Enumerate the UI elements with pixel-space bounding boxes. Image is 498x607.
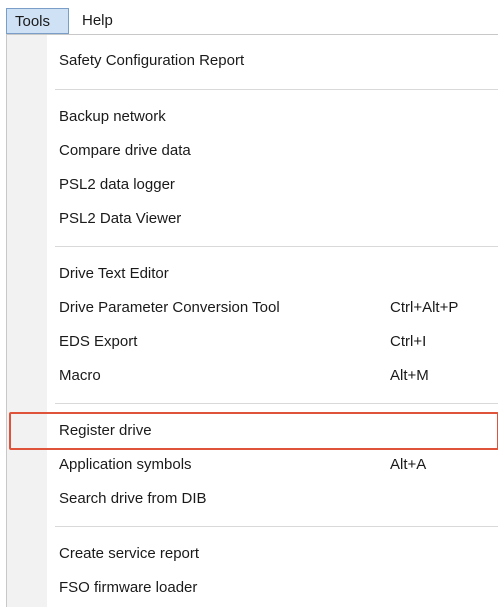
menu-item[interactable]: FSO firmware loader	[7, 571, 498, 605]
menu-item[interactable]: Drive Parameter Conversion Tool Ctrl+Alt+…	[7, 291, 498, 325]
menu-item[interactable]: Drive Text Editor	[7, 257, 498, 291]
tools-dropdown-menu: Safety Configuration Report Backup networ…	[6, 34, 498, 607]
menu-item[interactable]: Backup network	[7, 100, 498, 134]
menu-item-label: Compare drive data	[59, 142, 191, 159]
menu-item[interactable]: EDS Export Ctrl+I	[7, 325, 498, 359]
menu-item-label: Backup network	[59, 108, 166, 125]
menu-tools[interactable]: Tools	[6, 8, 69, 34]
menu-item-label: Drive Text Editor	[59, 265, 169, 282]
menu-item-shortcut: Ctrl+Alt+P	[390, 299, 459, 316]
menu-item-label: PSL2 data logger	[59, 176, 175, 193]
menu-item-label: Application symbols	[59, 456, 192, 473]
menu-item-label: FSO firmware loader	[59, 579, 198, 596]
menu-item[interactable]: Register drive	[7, 414, 498, 448]
menu-item[interactable]: Macro Alt+M	[7, 359, 498, 393]
menu-separator	[55, 526, 498, 527]
menu-item-shortcut: Ctrl+I	[390, 333, 427, 350]
menu-item-label: Create service report	[59, 545, 200, 562]
menu-item-shortcut: Alt+M	[390, 367, 429, 384]
menu-item-label: Drive Parameter Conversion Tool	[59, 299, 280, 316]
menu-item-label: Search drive from DIB	[59, 490, 207, 507]
menu-item-label: EDS Export	[59, 333, 138, 350]
menu-item[interactable]: Search drive from DIB	[7, 482, 498, 516]
menu-item[interactable]: Compare drive data	[7, 134, 498, 168]
menu-item[interactable]: PSL2 Data Viewer	[7, 202, 498, 236]
menu-separator	[55, 89, 498, 90]
menu-item-label: PSL2 Data Viewer	[59, 210, 182, 227]
menu-separator	[55, 246, 498, 247]
menu-item-label: Safety Configuration Report	[59, 52, 245, 69]
menu-item-label: Register drive	[59, 422, 152, 439]
menu-help[interactable]: Help	[74, 8, 119, 34]
menu-item[interactable]: Create service report	[7, 537, 498, 571]
menu-item[interactable]: PSL2 data logger	[7, 168, 498, 202]
menu-item[interactable]: Application symbols Alt+A	[7, 448, 498, 482]
menu-item-label: Macro	[59, 367, 101, 384]
menu-item-shortcut: Alt+A	[390, 456, 427, 473]
menu-bar: Tools Help	[0, 0, 498, 36]
menu-separator	[55, 403, 498, 404]
menu-item[interactable]: Safety Configuration Report	[7, 44, 498, 78]
